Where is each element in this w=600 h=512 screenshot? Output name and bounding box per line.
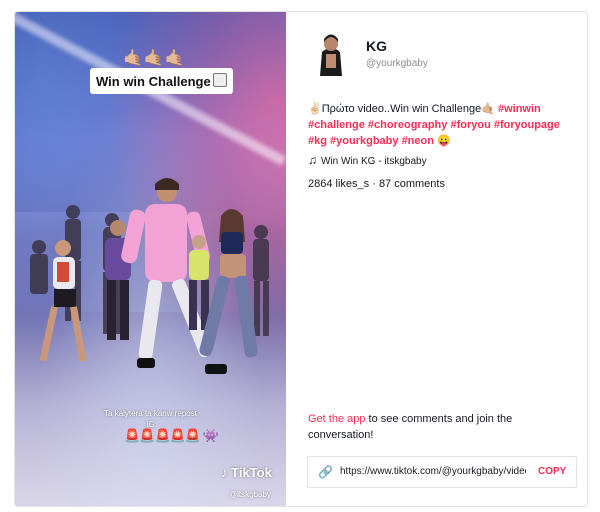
get-app-link[interactable]: Get the app bbox=[308, 413, 366, 425]
share-url[interactable]: https://www.tiktok.com/@yourkgbaby/video… bbox=[340, 466, 526, 477]
post-info-panel: KG @yourkgbaby ✌🏻Πρώτο video..Win win Ch… bbox=[286, 12, 587, 506]
stats-separator: · bbox=[369, 178, 379, 190]
link-icon: 🔗 bbox=[318, 465, 333, 479]
post-description: ✌🏻Πρώτο video..Win win Challenge🤙🏼 #winw… bbox=[308, 101, 578, 149]
hashtag-link[interactable]: #foryoupage bbox=[494, 119, 560, 131]
likes-count: 2864 likes_s bbox=[308, 178, 370, 190]
watermark-brand: TikTok bbox=[231, 465, 272, 480]
emoji-row: 🚨🚨🚨🚨🚨 👾 bbox=[124, 428, 219, 443]
hashtag-link[interactable]: #choreography bbox=[368, 119, 447, 131]
watermark-handle: @itskgbaby bbox=[229, 490, 271, 499]
description-suffix: 😛 bbox=[433, 135, 451, 147]
profile-name[interactable]: KG bbox=[366, 38, 387, 54]
comments-count: 87 comments bbox=[378, 178, 445, 190]
avatar[interactable] bbox=[312, 30, 350, 76]
music-note-icon: ♫ bbox=[308, 153, 317, 167]
music-title[interactable]: Win Win KG - itskgbaby bbox=[321, 156, 427, 167]
hands-emojis: 🤙🏼🤙🏼🤙🏼 bbox=[123, 50, 186, 67]
profile-handle[interactable]: @yourkgbaby bbox=[366, 58, 428, 69]
hashtag-link[interactable]: #winwin bbox=[498, 103, 541, 115]
face-icon bbox=[212, 73, 227, 87]
hashtag-link[interactable]: #yourkgbaby bbox=[330, 135, 398, 147]
hashtag-link[interactable]: #kg bbox=[308, 135, 327, 147]
tiktok-logo-icon: ♪ bbox=[221, 465, 228, 480]
hashtag-link[interactable]: #neon bbox=[402, 135, 434, 147]
music-credit[interactable]: ♫ Win Win KG - itskgbaby bbox=[308, 153, 427, 167]
post-stats: 2864 likes_s · 87 comments bbox=[308, 178, 445, 190]
hashtag-link[interactable]: #foryou bbox=[450, 119, 490, 131]
tiktok-watermark: ♪ TikTok bbox=[221, 465, 272, 480]
dancers-illustration bbox=[30, 178, 269, 374]
copy-button[interactable]: COPY bbox=[538, 466, 566, 477]
description-prefix: ✌🏻Πρώτο video..Win win Challenge🤙🏼 bbox=[308, 103, 498, 115]
share-link-box: 🔗 https://www.tiktok.com/@yourkgbaby/vid… bbox=[307, 456, 577, 488]
get-app-prompt: Get the app to see comments and join the… bbox=[308, 411, 558, 443]
video-player[interactable]: 🤙🏼🤙🏼🤙🏼 Win win Challenge Ta kalytera ta … bbox=[15, 12, 286, 506]
hashtag-link[interactable]: #challenge bbox=[308, 119, 365, 131]
tiktok-embed-card: 🤙🏼🤙🏼🤙🏼 Win win Challenge Ta kalytera ta … bbox=[14, 11, 588, 507]
overlay-text-line1: Ta kalytera ta kanw repost bbox=[104, 409, 197, 418]
video-caption: Win win Challenge bbox=[90, 68, 233, 94]
video-caption-text: Win win Challenge bbox=[96, 74, 211, 89]
